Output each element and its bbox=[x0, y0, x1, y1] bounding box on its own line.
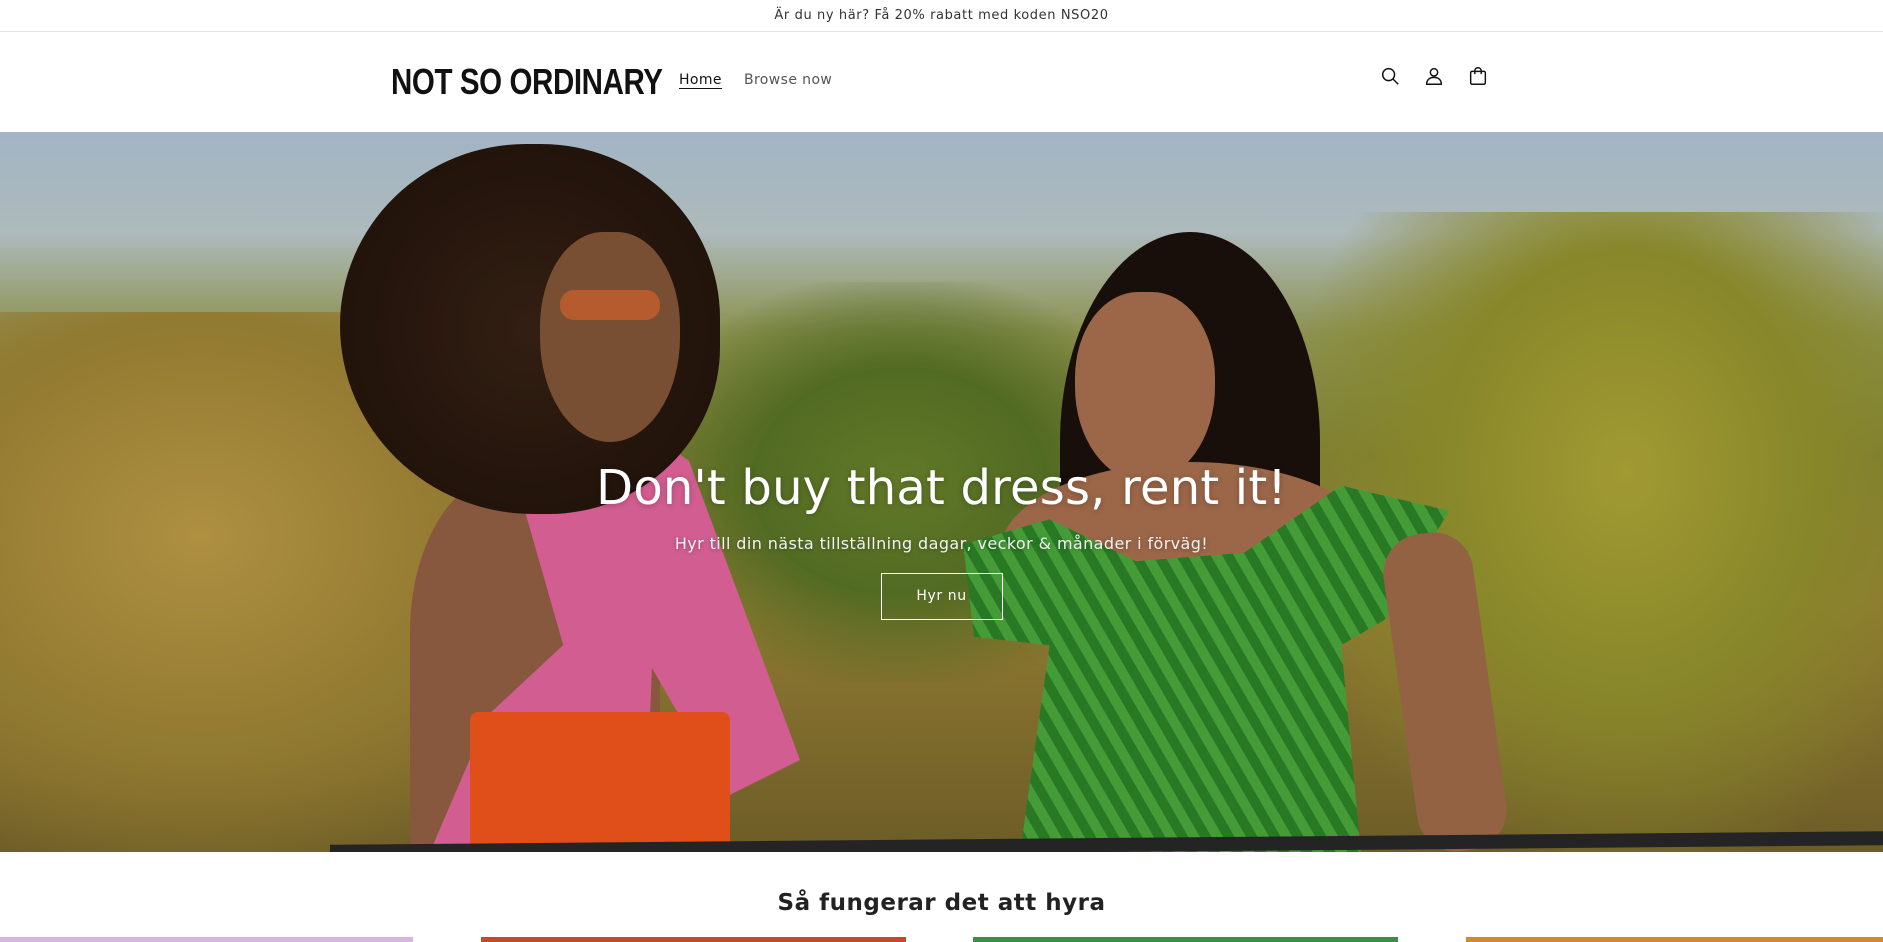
step-card-2[interactable] bbox=[481, 937, 906, 942]
hero-content: Don't buy that dress, rent it! Hyr till … bbox=[0, 458, 1883, 620]
step-card-1[interactable] bbox=[0, 937, 413, 942]
cart-icon[interactable] bbox=[1464, 62, 1492, 90]
header-icons bbox=[1376, 62, 1492, 90]
site-header: NOT SO ORDINARY Home Browse now bbox=[0, 32, 1883, 132]
store-logo[interactable]: NOT SO ORDINARY bbox=[391, 54, 663, 110]
step-card-3[interactable] bbox=[973, 937, 1398, 942]
rent-now-button[interactable]: Hyr nu bbox=[880, 573, 1003, 620]
nav-link-home[interactable]: Home bbox=[679, 68, 722, 92]
how-it-works-title: Så fungerar det att hyra bbox=[777, 890, 1106, 916]
search-icon[interactable] bbox=[1376, 62, 1404, 90]
account-icon[interactable] bbox=[1420, 62, 1448, 90]
nav-link-browse-now[interactable]: Browse now bbox=[744, 68, 832, 92]
main-nav: Home Browse now bbox=[679, 68, 854, 92]
step-card-4[interactable] bbox=[1466, 937, 1883, 942]
announcement-text: Är du ny här? Få 20% rabatt med koden NS… bbox=[774, 8, 1109, 23]
announcement-bar: Är du ny här? Få 20% rabatt med koden NS… bbox=[0, 0, 1883, 32]
hero-title: Don't buy that dress, rent it! bbox=[596, 460, 1287, 516]
hero-subtitle: Hyr till din nästa tillställning dagar, … bbox=[674, 534, 1209, 553]
